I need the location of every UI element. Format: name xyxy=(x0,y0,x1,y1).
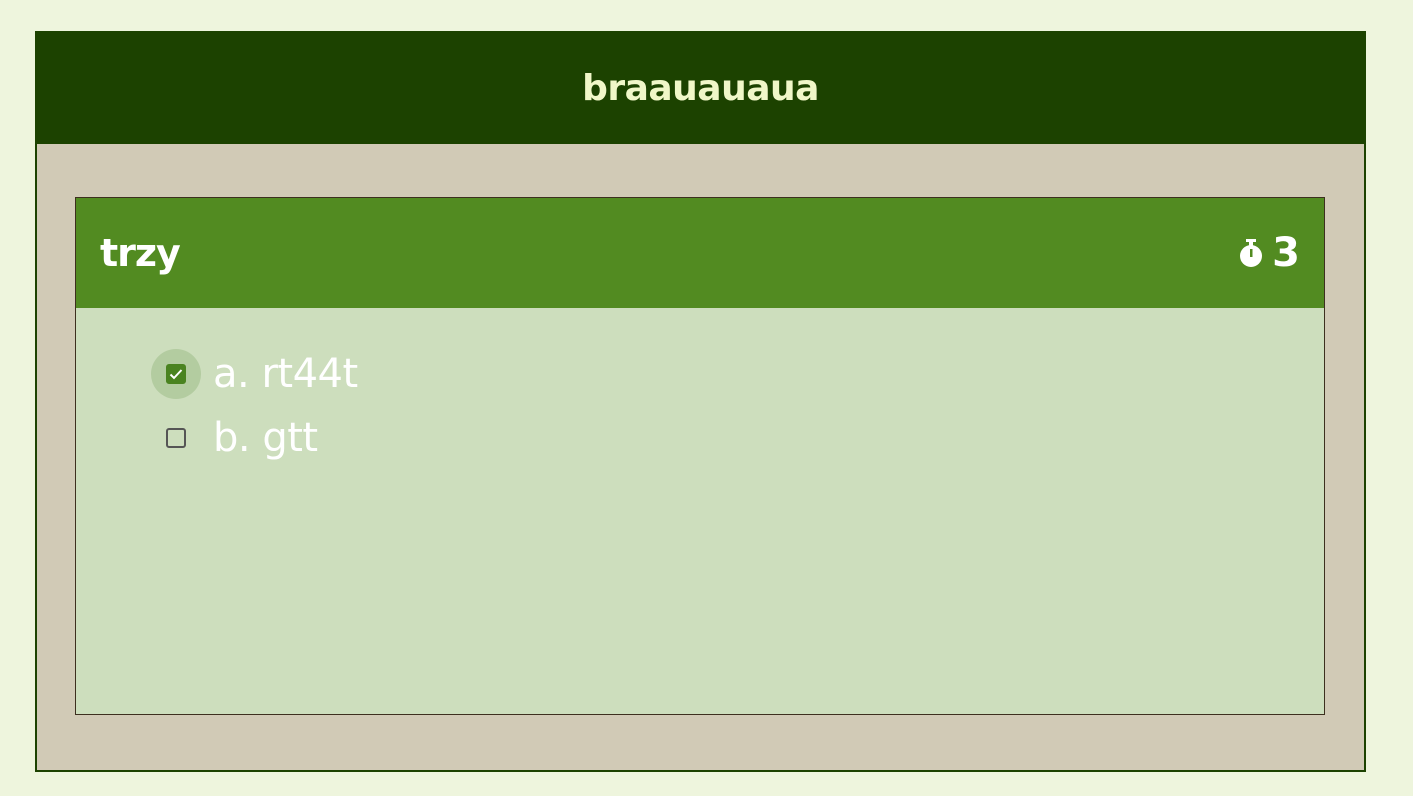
option-a-checkbox-wrap[interactable] xyxy=(151,349,201,399)
question-header: trzy 3 xyxy=(76,198,1324,308)
option-a-checkbox[interactable] xyxy=(166,364,186,384)
option-b-checkbox[interactable] xyxy=(166,428,186,448)
question-title: trzy xyxy=(100,231,181,275)
timer-count: 3 xyxy=(1272,230,1300,276)
answer-options: a. rt44t b. gtt xyxy=(76,308,1324,470)
checkmark-icon xyxy=(169,369,183,380)
option-b[interactable]: b. gtt xyxy=(151,406,1324,470)
option-a-label: a. rt44t xyxy=(213,351,358,397)
timer: 3 xyxy=(1238,230,1300,276)
quiz-frame: braauauaua trzy 3 a. rt44t b. gtt xyxy=(35,31,1366,772)
page-title: braauauaua xyxy=(582,68,819,109)
option-b-checkbox-wrap[interactable] xyxy=(151,413,201,463)
option-a[interactable]: a. rt44t xyxy=(151,342,1324,406)
top-bar: braauauaua xyxy=(37,33,1364,144)
question-card: trzy 3 a. rt44t b. gtt xyxy=(75,197,1325,715)
option-b-label: b. gtt xyxy=(213,415,318,461)
stopwatch-icon xyxy=(1238,238,1264,268)
